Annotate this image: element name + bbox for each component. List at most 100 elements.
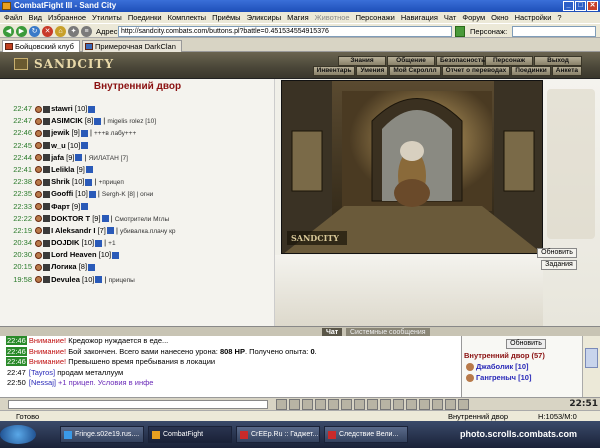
info-icon[interactable]	[88, 190, 96, 198]
info-icon[interactable]	[80, 129, 88, 137]
player-name[interactable]: w_u	[51, 141, 66, 150]
private-icon[interactable]	[35, 105, 43, 113]
online-player-row[interactable]: 22:46 jewik [9] | +++в лабу+++	[8, 127, 272, 139]
go-icon[interactable]	[455, 26, 465, 37]
refresh-icon[interactable]: ↻	[29, 26, 40, 37]
taskbar-item[interactable]: CrEEp.Ru :: Гаджет...	[236, 426, 320, 443]
scroll-icon[interactable]	[380, 399, 391, 410]
player-name[interactable]: ASIMCIK	[51, 116, 83, 125]
mail-icon[interactable]	[432, 399, 443, 410]
tab-darkclan[interactable]: Примерочная DarkClan	[82, 40, 182, 52]
translit-icon[interactable]	[328, 399, 339, 410]
chat-nick[interactable]: [Nessaj]	[29, 378, 56, 387]
menu-characters[interactable]: Персонажи	[356, 12, 395, 23]
nav-skills[interactable]: Умения	[356, 66, 389, 76]
private-icon[interactable]	[35, 190, 43, 198]
menu-help[interactable]: ?	[557, 12, 561, 23]
quests-button[interactable]: Задания	[541, 260, 577, 270]
chat-scrollbar[interactable]	[582, 336, 600, 397]
player-name[interactable]: Gooffi	[51, 189, 73, 198]
online-player-row[interactable]: 22:41 Lelikla [9]	[8, 164, 272, 176]
bag-icon[interactable]	[406, 399, 417, 410]
sword-icon[interactable]	[354, 399, 365, 410]
nav-profile[interactable]: Анкета	[551, 66, 582, 76]
nav-my-scroll[interactable]: Мой Скроллл	[389, 66, 441, 76]
online-player-row[interactable]: 22:35 Gooffi [10] | Sergh-K [8] | огни	[8, 188, 272, 200]
player-name[interactable]: DOJDIK	[51, 238, 79, 247]
settings-icon[interactable]	[458, 399, 469, 410]
location-player[interactable]: Гангреныч [10]	[466, 373, 531, 383]
private-icon[interactable]	[35, 276, 43, 284]
location-scene[interactable]: SANDCITY	[281, 80, 543, 254]
clear-icon[interactable]	[289, 399, 300, 410]
scroll-thumb[interactable]	[585, 348, 598, 368]
maximize-button[interactable]: □	[575, 1, 586, 11]
character-field[interactable]	[512, 26, 596, 37]
history-icon[interactable]: ≡	[81, 26, 92, 37]
player-name[interactable]: Shrik	[51, 177, 70, 186]
home-icon[interactable]: ⌂	[55, 26, 66, 37]
online-player-row[interactable]: 22:19 I Aleksandr I [7] | убивалка.плачу…	[8, 225, 272, 237]
menu-settings[interactable]: Настройки	[515, 12, 552, 23]
player-name[interactable]: Devulea	[51, 275, 80, 284]
private-icon[interactable]	[35, 251, 43, 259]
menu-battles[interactable]: Поединки	[128, 12, 162, 23]
menu-elixirs[interactable]: Эликсиры	[247, 12, 282, 23]
private-icon[interactable]	[35, 154, 43, 162]
private-icon[interactable]	[35, 239, 43, 247]
menu-techniques[interactable]: Приёмы	[212, 12, 240, 23]
player-name[interactable]: Lelikla	[51, 165, 74, 174]
online-player-row[interactable]: 20:15 Логика [8]	[8, 261, 272, 273]
speaker-icon[interactable]	[341, 399, 352, 410]
back-icon[interactable]: ◀	[3, 26, 14, 37]
menu-forum[interactable]: Форум	[462, 12, 485, 23]
player-name[interactable]: Фарт	[51, 202, 70, 211]
online-player-row[interactable]: 19:58 Devulea [10] | прицепы	[8, 274, 272, 286]
menu-chat[interactable]: Чат	[444, 12, 456, 23]
menu-view[interactable]: Вид	[28, 12, 42, 23]
online-player-row[interactable]: 22:47 ASIMCIK [8] | migelis rolez [10]	[8, 115, 272, 127]
menu-favorites[interactable]: Избранное	[48, 12, 86, 23]
online-player-row[interactable]: 22:33 Фарт [9]	[8, 201, 272, 213]
online-player-row[interactable]: 22:44 jafa [9] | ЯИЛАТАН [7]	[8, 152, 272, 164]
chat-input[interactable]	[8, 400, 268, 409]
person-icon[interactable]	[367, 399, 378, 410]
nav-security[interactable]: Безопасность	[436, 56, 485, 66]
player-name[interactable]: stawri	[51, 104, 73, 113]
smile-icon[interactable]	[302, 399, 313, 410]
menu-magic[interactable]: Магия	[287, 12, 309, 23]
info-icon[interactable]	[81, 203, 89, 211]
forward-icon[interactable]: ▶	[16, 26, 27, 37]
taskbar-item[interactable]: Следствие Вели...	[324, 426, 408, 443]
taskbar-item[interactable]: Fringe.s02e19.rus....	[60, 426, 144, 443]
location-refresh-button[interactable]: Обновить	[506, 339, 546, 349]
info-icon[interactable]	[94, 117, 102, 125]
online-player-row[interactable]: 22:47 stawri [10]	[8, 103, 272, 115]
online-player-row[interactable]: 20:34 DOJDIK [10] | +1	[8, 237, 272, 249]
info-icon[interactable]	[112, 251, 120, 259]
nav-communication[interactable]: Общение	[387, 56, 435, 66]
player-name[interactable]: I Aleksandr I	[51, 226, 95, 235]
taskbar-item[interactable]: CombatFight	[148, 426, 232, 443]
menu-kits[interactable]: Комплекты	[168, 12, 207, 23]
online-player-row[interactable]: 22:38 Shrik [10] | +прицеп	[8, 176, 272, 188]
info-icon[interactable]	[106, 227, 114, 235]
player-name[interactable]: jewik	[51, 128, 69, 137]
nav-inventory[interactable]: Инвентарь	[312, 66, 356, 76]
info-icon[interactable]	[88, 105, 96, 113]
nav-exit[interactable]: Выход	[534, 56, 582, 66]
menu-window[interactable]: Окно	[491, 12, 508, 23]
online-player-row[interactable]: 20:30 Lord Heaven [10]	[8, 249, 272, 261]
info-icon[interactable]	[75, 154, 83, 162]
nav-knowledge[interactable]: Знания	[338, 56, 386, 66]
chat-nick[interactable]: [Tayros]	[29, 368, 55, 377]
private-icon[interactable]	[35, 117, 43, 125]
info-icon[interactable]	[88, 263, 96, 271]
menu-file[interactable]: Файл	[4, 12, 22, 23]
friends-icon[interactable]	[445, 399, 456, 410]
nav-battles[interactable]: Поединки	[511, 66, 551, 76]
minimize-button[interactable]: _	[563, 1, 574, 11]
info-icon[interactable]	[95, 239, 103, 247]
private-icon[interactable]	[35, 263, 43, 271]
location-player[interactable]: Джаболик [10]	[466, 362, 529, 372]
